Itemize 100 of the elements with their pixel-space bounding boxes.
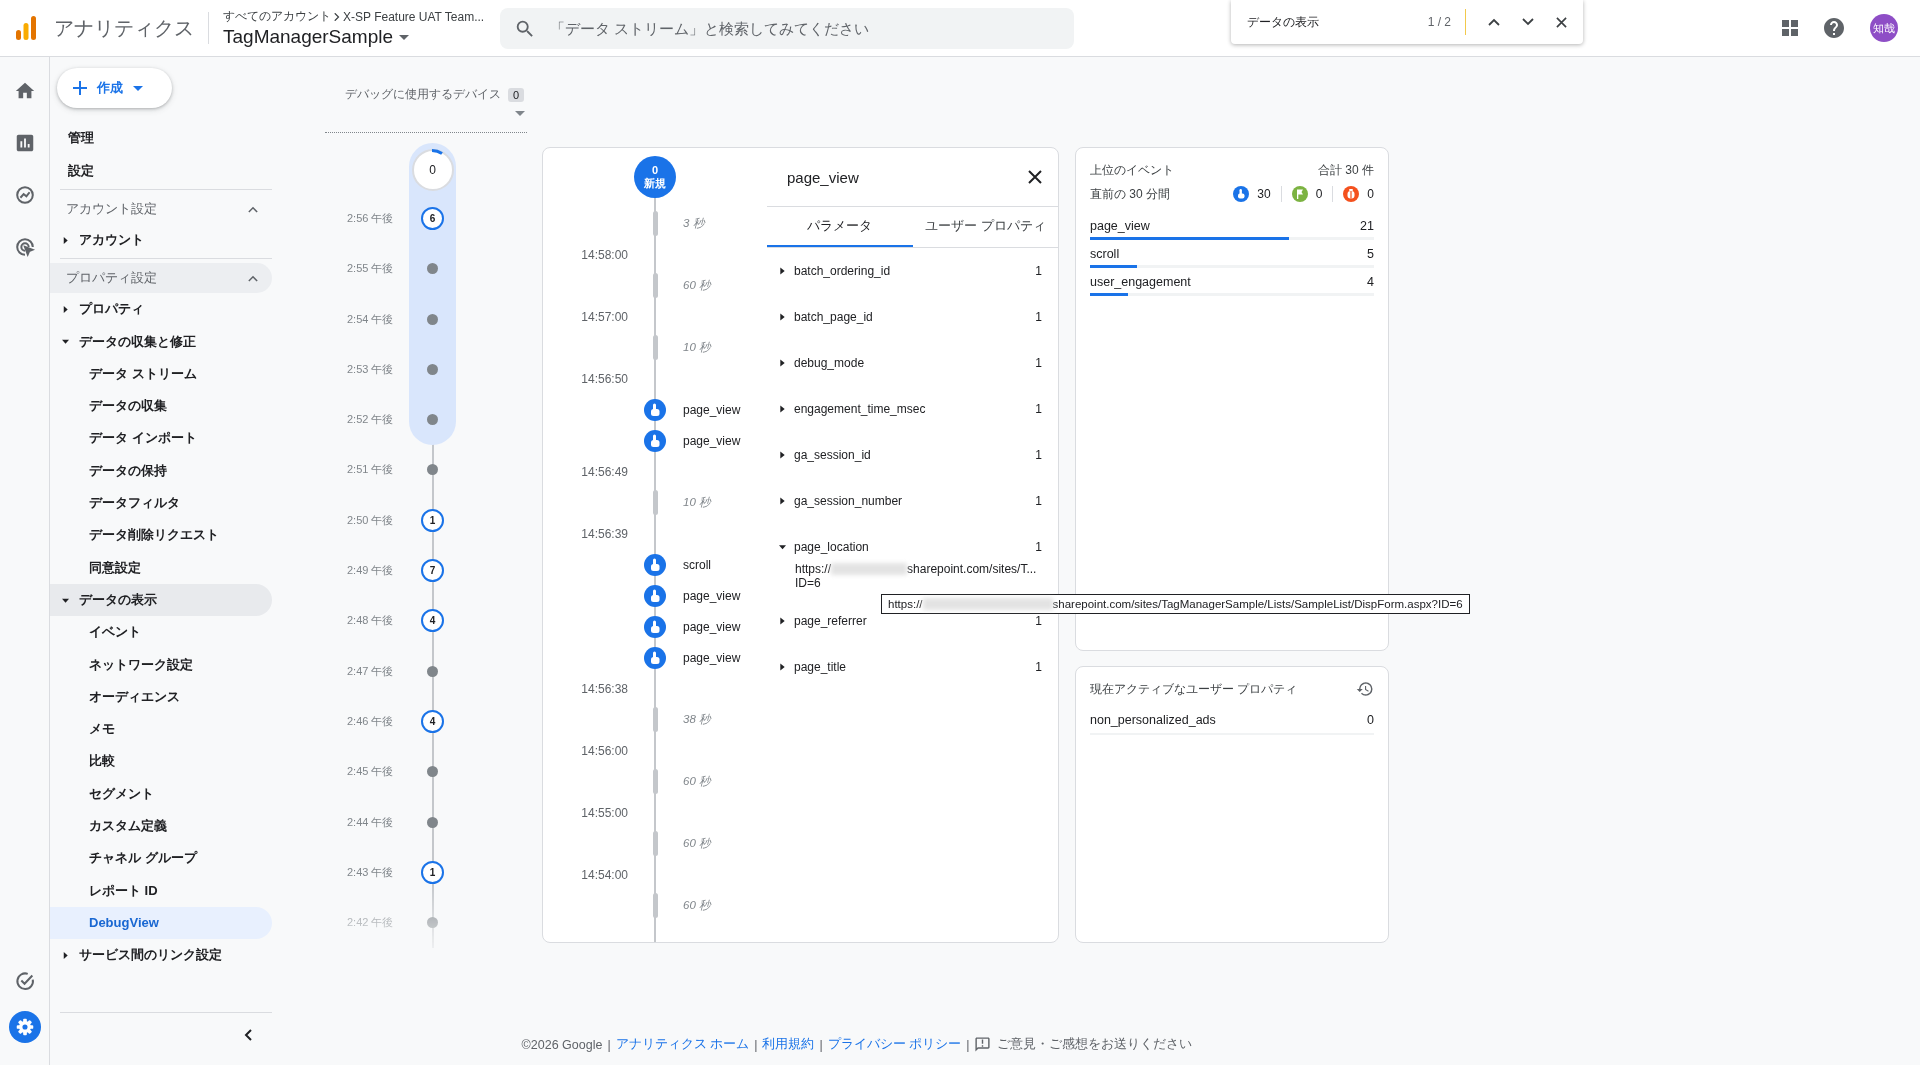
empty-minute-dot[interactable]	[427, 665, 438, 677]
close-icon[interactable]	[1028, 170, 1042, 184]
close-icon[interactable]	[1556, 16, 1567, 28]
event-name[interactable]: page_view	[1090, 219, 1150, 233]
collapse-chevron-icon[interactable]	[244, 1029, 252, 1041]
event-name[interactable]: user_engagement	[1090, 275, 1191, 289]
empty-minute-dot[interactable]	[427, 263, 438, 275]
bar-chart-logo-icon[interactable]	[16, 16, 36, 40]
user-avatar[interactable]: 知哉	[1870, 14, 1898, 42]
nav-item[interactable]: プロパティ	[50, 293, 272, 326]
nav-item[interactable]: データの表示	[50, 583, 272, 617]
footer-link[interactable]: プライバシー ポリシー	[827, 1036, 962, 1053]
empty-minute-dot[interactable]	[427, 464, 438, 476]
nav-item[interactable]: DebugView	[50, 906, 272, 940]
nav-item[interactable]: データの収集と修正	[50, 325, 272, 358]
parameter-row[interactable]: batch_page_id 1	[767, 294, 1058, 340]
history-icon[interactable]	[1356, 680, 1374, 698]
minute-label: 2:46 午後	[346, 713, 395, 729]
minute-event-count[interactable]: 4	[421, 709, 444, 733]
empty-minute-dot[interactable]	[427, 816, 438, 828]
parameter-value: https://	[795, 562, 832, 576]
interval-bar	[652, 769, 658, 794]
nav-item[interactable]: データの収集	[50, 390, 272, 423]
minute-event-count[interactable]: 6	[421, 206, 444, 230]
nav-item[interactable]: チャネル グループ	[50, 842, 272, 875]
feedback-link[interactable]: ご意見・ご感想をお送りください	[997, 1036, 1193, 1053]
feedback-icon[interactable]	[974, 1036, 992, 1053]
nav-item[interactable]: オーディエンス	[50, 680, 272, 714]
nav-item[interactable]: カスタム定義	[50, 810, 272, 843]
empty-minute-dot[interactable]	[427, 313, 438, 325]
separator-text: |	[607, 1037, 611, 1052]
event-name[interactable]: page_view	[683, 619, 741, 634]
nav-item[interactable]: セグメント	[50, 777, 272, 811]
chevron-down-icon[interactable]	[1522, 18, 1534, 26]
breadcrumb-link[interactable]: すべてのアカウント	[223, 8, 331, 25]
parameter-row[interactable]: page_title 1	[767, 644, 1058, 690]
chevron-up-icon[interactable]	[1488, 18, 1500, 26]
new-event-count: 0 新規	[634, 156, 676, 198]
minute-event-count[interactable]: 1	[421, 860, 444, 884]
interval-bar	[652, 335, 658, 360]
help-icon[interactable]	[1824, 18, 1844, 38]
empty-minute-dot[interactable]	[427, 414, 438, 426]
nav-item[interactable]: データ インポート	[50, 422, 272, 455]
nav-item[interactable]: データフィルタ	[50, 487, 272, 520]
section-header[interactable]: アカウント設定	[50, 194, 272, 224]
breadcrumb-link[interactable]: X-SP Feature UAT Team...	[343, 9, 485, 24]
parameter-row[interactable]: ga_session_id 1	[767, 432, 1058, 478]
settings-icon[interactable]	[8, 1011, 41, 1043]
empty-minute-dot[interactable]	[427, 917, 438, 929]
parameter-row[interactable]: ga_session_number 1	[767, 478, 1058, 524]
search-field[interactable]: 「データ ストリーム」と検索してみてください	[500, 7, 1075, 49]
nav-item[interactable]: データ ストリーム	[50, 357, 272, 391]
parameter-row[interactable]: engagement_time_msec 1	[767, 386, 1058, 432]
interval-bar	[652, 707, 658, 732]
minute-label: 2:50 午後	[346, 512, 395, 528]
section-header[interactable]: プロパティ設定	[50, 263, 272, 294]
empty-minute-dot[interactable]	[427, 363, 438, 375]
timestamp-label: 14:54:00	[581, 867, 628, 882]
bug-icon	[1343, 186, 1360, 202]
nav-item[interactable]: データの保持	[50, 454, 272, 488]
nav-item[interactable]: メモ	[50, 713, 272, 746]
nav-item[interactable]: アカウント	[50, 224, 272, 257]
minute-event-count[interactable]: 4	[421, 609, 444, 633]
nav-item[interactable]: ネットワーク設定	[50, 648, 272, 681]
event-name[interactable]: page_view	[683, 433, 741, 448]
current-minute-counter[interactable]: 0	[411, 149, 454, 192]
create-button[interactable]: 作成	[57, 68, 172, 108]
nav-item[interactable]: 同意設定	[50, 551, 272, 584]
device-dropdown[interactable]: デバッグに使用するデバイス 0	[325, 77, 527, 133]
nav-item[interactable]: データ削除リクエスト	[50, 519, 272, 552]
footer-link[interactable]: アナリティクス ホーム	[615, 1036, 750, 1053]
apps-grid-icon[interactable]	[1782, 20, 1798, 36]
tab[interactable]: ユーザー プロパティ	[912, 207, 1058, 247]
minute-label: 2:53 午後	[346, 361, 395, 377]
property-selector[interactable]: TagManagerSample	[223, 26, 485, 48]
find-input[interactable]: データの表示	[1247, 13, 1397, 31]
event-count: 5	[1367, 247, 1374, 261]
nav-item[interactable]: イベント	[50, 616, 272, 649]
event-name[interactable]: page_view	[683, 588, 741, 603]
nav-item[interactable]: サービス間のリンク設定	[50, 939, 272, 972]
event-count: 4	[1367, 275, 1374, 289]
tab[interactable]: パラメータ	[767, 207, 913, 247]
parameter-row[interactable]: batch_ordering_id 1	[767, 248, 1058, 294]
nav-item[interactable]: 管理	[50, 121, 272, 154]
nav-item[interactable]: 設定	[50, 154, 272, 187]
parameter-row[interactable]: debug_mode 1	[767, 340, 1058, 386]
empty-minute-dot[interactable]	[427, 766, 438, 778]
caret-right-icon	[779, 663, 786, 671]
event-name[interactable]: page_view	[683, 650, 741, 665]
minute-label: 2:54 午後	[346, 311, 395, 327]
timestamp-label: 14:56:50	[581, 371, 628, 386]
footer-link[interactable]: 利用規約	[762, 1036, 815, 1053]
minute-event-count[interactable]: 7	[421, 559, 444, 582]
event-name[interactable]: scroll	[683, 557, 711, 572]
minute-event-count[interactable]: 1	[421, 508, 444, 532]
nav-item[interactable]: 比較	[50, 745, 272, 778]
event-name[interactable]: scroll	[1090, 247, 1120, 261]
interval-bar	[652, 893, 658, 918]
nav-item[interactable]: レポート ID	[50, 874, 272, 907]
event-name[interactable]: page_view	[683, 402, 741, 417]
